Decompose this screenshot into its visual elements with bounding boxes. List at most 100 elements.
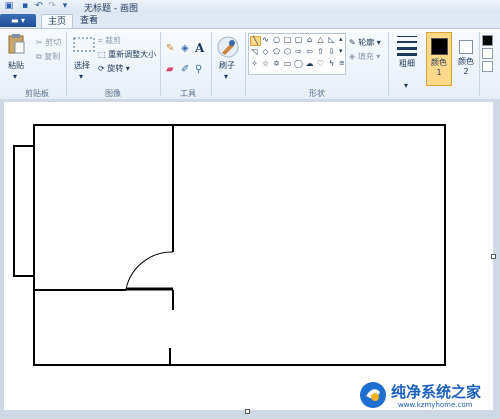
magnifier-icon[interactable]: ⚲ xyxy=(195,64,202,75)
size-icon xyxy=(397,36,417,56)
redo-icon[interactable]: ↷ xyxy=(47,1,57,11)
eraser-icon[interactable]: ▰ xyxy=(166,64,174,75)
brushes-dropdown-icon[interactable]: ▾ xyxy=(224,72,228,81)
group-separator xyxy=(66,32,67,96)
shape-pentagon-icon[interactable]: ⬠ xyxy=(272,48,281,56)
brush-icon xyxy=(217,36,239,58)
shape-callout-oval-icon[interactable]: ◯ xyxy=(294,60,303,68)
watermark-url: www.kzmyhome.com xyxy=(398,401,473,409)
shape-right-triangle-icon[interactable]: ◺ xyxy=(327,36,336,44)
shape-line-icon[interactable]: ╲ xyxy=(250,36,261,46)
rotate-button[interactable]: ⟳ 旋转 ▾ xyxy=(98,63,130,74)
size-button[interactable]: 粗细 xyxy=(395,59,419,69)
shape-rectangle-icon[interactable]: □ xyxy=(283,36,292,44)
drawing-canvas[interactable] xyxy=(4,102,493,410)
shape-diamond-icon[interactable]: ◇ xyxy=(261,48,270,56)
shape-right-triangle-2-icon[interactable]: ◹ xyxy=(250,48,259,56)
palette-color-white[interactable] xyxy=(482,48,493,59)
crop-label: 裁剪 xyxy=(105,36,122,45)
shapes-scroll-down-icon[interactable]: ▾ xyxy=(339,47,343,55)
shape-callout-cloud-icon[interactable]: ☁ xyxy=(305,60,314,68)
cut-icon: ✂ xyxy=(36,38,43,47)
color1-label: 颜色 1 xyxy=(431,58,447,77)
crop-button[interactable]: ⌗ 裁剪 xyxy=(98,35,121,46)
paste-button[interactable]: 粘贴 xyxy=(8,60,24,71)
rotate-label: 旋转 xyxy=(107,64,124,73)
group-separator xyxy=(245,32,246,96)
outer-wall xyxy=(33,124,446,366)
save-icon[interactable]: ▪ xyxy=(20,1,30,11)
resize-label: 重新调整大小 xyxy=(108,50,157,59)
shape-star6-icon[interactable]: ✡ xyxy=(272,60,281,68)
text-tool-icon[interactable]: A xyxy=(195,41,204,55)
image-group-label: 图像 xyxy=(105,89,121,98)
fill-icon: ◈ xyxy=(349,52,356,61)
group-separator xyxy=(160,32,161,96)
fill-button[interactable]: ◈ 填充 ▾ xyxy=(349,51,380,62)
select-button[interactable]: 选择 xyxy=(74,60,90,71)
shapes-gallery: ╲ ∿ ○ □ ▢ ⌂ △ ◺ ◹ ◇ ⬠ ⬡ ⇨ ⇦ ⇧ ⇩ ✧ ☆ ✡ ▭ … xyxy=(248,33,346,75)
customize-qat-icon[interactable]: ▾ xyxy=(60,1,70,11)
shape-heart-icon[interactable]: ♡ xyxy=(316,60,325,68)
group-separator xyxy=(211,32,212,96)
brushes-button[interactable]: 刷子 xyxy=(219,60,235,71)
shape-oval-icon[interactable]: ○ xyxy=(272,36,281,44)
shape-polygon-icon[interactable]: ⌂ xyxy=(305,36,314,44)
shape-rounded-rect-icon[interactable]: ▢ xyxy=(294,36,303,44)
group-separator xyxy=(479,32,480,96)
color1-swatch xyxy=(431,38,448,55)
door-swing-arc xyxy=(125,251,174,290)
shape-arrow-left-icon[interactable]: ⇦ xyxy=(305,48,314,56)
select-dropdown-icon[interactable]: ▾ xyxy=(79,72,83,81)
size-dropdown-icon[interactable]: ▾ xyxy=(404,81,408,90)
outline-label: 轮廓 xyxy=(358,38,375,47)
tab-home[interactable]: 主页 xyxy=(41,14,73,29)
color2-swatch xyxy=(459,40,473,54)
fill-label: 填充 xyxy=(357,52,374,61)
color-picker-icon[interactable]: ✐ xyxy=(181,64,189,75)
tab-view[interactable]: 查看 xyxy=(74,14,104,28)
shape-curve-icon[interactable]: ∿ xyxy=(261,36,270,44)
paste-dropdown-icon[interactable]: ▾ xyxy=(13,72,17,81)
undo-icon[interactable]: ↶ xyxy=(34,1,44,11)
resize-handle-right[interactable] xyxy=(491,254,496,259)
copy-icon: ⧉ xyxy=(36,52,42,61)
app-menu-icon[interactable]: ▣ xyxy=(4,1,14,11)
shape-lightning-icon[interactable]: ϟ xyxy=(327,60,336,68)
cut-button[interactable]: ✂ 剪切 xyxy=(36,37,61,48)
pencil-icon[interactable]: ✎ xyxy=(166,43,174,54)
color1-button[interactable]: 颜色 1 xyxy=(426,32,452,86)
outline-icon: ✎ xyxy=(349,38,356,47)
file-menu-button[interactable]: ▬ ▾ xyxy=(0,14,36,27)
copy-label: 复制 xyxy=(44,52,61,61)
outline-button[interactable]: ✎ 轮廓 ▾ xyxy=(349,37,381,48)
palette-color-black[interactable] xyxy=(482,35,493,46)
shape-callout-rect-icon[interactable]: ▭ xyxy=(283,60,292,68)
watermark-logo-icon xyxy=(360,382,386,408)
shape-arrow-down-icon[interactable]: ⇩ xyxy=(327,48,336,56)
clipboard-group-label: 剪贴板 xyxy=(25,89,49,98)
shape-star4-icon[interactable]: ✧ xyxy=(250,60,259,68)
shape-arrow-right-icon[interactable]: ⇨ xyxy=(294,48,303,56)
shape-arrow-up-icon[interactable]: ⇧ xyxy=(316,48,325,56)
window-frame xyxy=(13,145,35,277)
color2-label: 颜色 2 xyxy=(458,57,474,76)
fill-bucket-icon[interactable]: ◈ xyxy=(181,43,189,54)
resize-button[interactable]: ⬚ 重新调整大小 xyxy=(98,49,156,60)
paste-icon xyxy=(8,34,25,54)
ribbon: 粘贴 ▾ ✂ 剪切 ⧉ 复制 剪贴板 选择 ▾ ⌗ 裁剪 ⬚ 重新调整大小 ⟳ … xyxy=(0,28,500,100)
group-separator xyxy=(388,32,389,96)
title-bar: ▣ ▪ ↶ ↷ ▾ 无标题 - 画图 xyxy=(0,0,500,14)
copy-button[interactable]: ⧉ 复制 xyxy=(36,51,60,62)
shapes-expand-icon[interactable]: ≡ xyxy=(339,59,345,67)
watermark-title: 纯净系统之家 xyxy=(391,383,482,401)
resize-handle-bottom[interactable] xyxy=(245,409,250,414)
shapes-scroll-up-icon[interactable]: ▴ xyxy=(339,35,343,43)
shape-star5-icon[interactable]: ☆ xyxy=(261,60,270,68)
color2-button[interactable]: 颜色 2 xyxy=(455,32,477,84)
shape-triangle-icon[interactable]: △ xyxy=(316,36,325,44)
palette-color-empty[interactable] xyxy=(482,61,493,72)
floor-plan-drawing xyxy=(13,124,446,366)
select-icon xyxy=(73,37,95,52)
shape-hexagon-icon[interactable]: ⬡ xyxy=(283,48,292,56)
